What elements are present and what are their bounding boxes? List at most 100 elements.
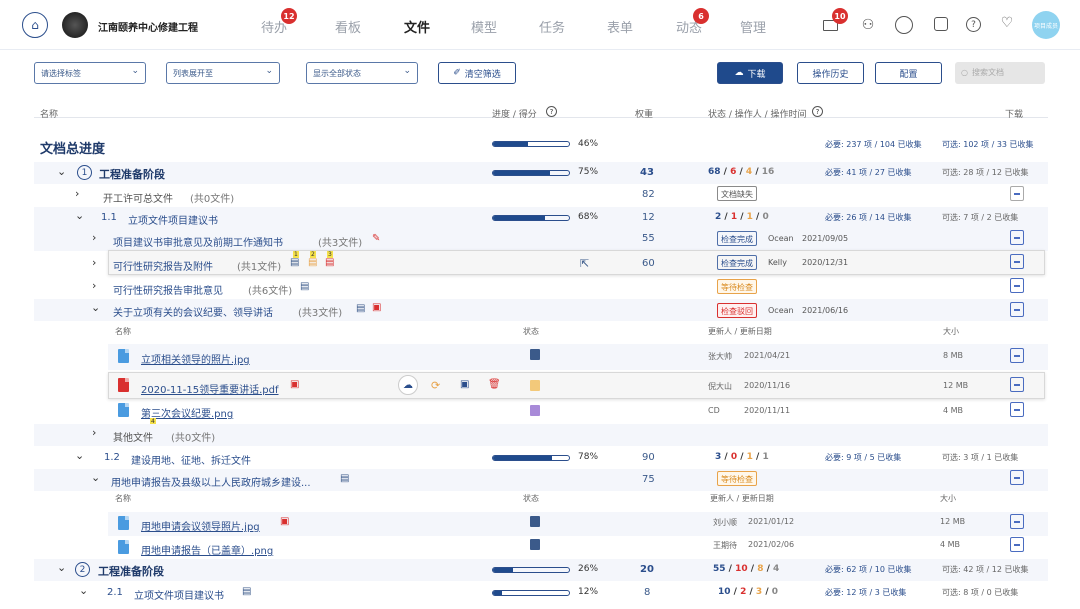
download-icon[interactable] [1010,470,1024,485]
download-icon[interactable] [1010,302,1024,317]
nav-tasks[interactable]: 任务 [539,17,565,36]
bookmark-icon[interactable]: ▣ [460,379,469,390]
chevron-down-icon[interactable]: ⌄ [91,301,100,314]
row-hy-user: Ocean [768,306,794,315]
download-icon[interactable] [1010,402,1024,417]
nav-forms[interactable]: 表单 [607,17,633,36]
nav-files[interactable]: 文件 [404,17,430,36]
download-button[interactable]: ☁ 下载 [717,62,783,84]
help-icon[interactable]: ? [966,17,981,32]
doc-icon[interactable]: ▤ [300,281,309,292]
edit-icon[interactable]: ✎ [372,233,380,244]
stage-1-name: 工程准备阶段 [99,168,165,181]
row-2-1-optional: 可选: 8 项 / 0 已收集 [942,588,1019,597]
stage-1-required: 必要: 41 项 / 27 已收集 [825,168,912,177]
row-1-2-counts: 3 / 0 / 1 / 1 [715,452,769,462]
col-download: 下载 [1005,110,1024,120]
status-tag: 等待检查 [717,279,757,294]
home-icon[interactable]: ⌂ [22,12,48,38]
stage-2-counts: 55 / 10 / 8 / 4 [713,564,780,574]
row-kx-name: 可行性研究报告及附件 [113,262,213,273]
delete-icon[interactable]: 🗑 [488,379,501,390]
doc-icon[interactable]: ▤ [290,257,299,268]
chevron-right-icon[interactable]: › [92,231,96,244]
summary-optional: 可选: 102 项 / 33 已收集 [942,140,1034,149]
row-kx-weight: 60 [642,258,655,269]
chevron-right-icon[interactable]: › [92,279,96,292]
status-tag: 文档缺失 [717,186,757,201]
nav-board[interactable]: 看板 [335,17,361,36]
download-icon[interactable] [1010,537,1024,552]
count-blue: 3 [715,452,722,462]
doc-icon[interactable]: ▤ [356,303,365,314]
download-icon[interactable] [1010,278,1024,293]
nav-model[interactable]: 模型 [471,17,497,36]
row-yd-weight: 75 [642,474,655,485]
row-jy-date: 2021/09/05 [802,234,849,243]
help-icon[interactable]: ? [812,106,823,117]
download-icon[interactable] [1010,230,1024,245]
heart-icon[interactable]: ♡ [999,15,1015,31]
chevron-right-icon[interactable]: › [75,187,79,200]
user-avatar[interactable]: 项目成员 [1032,11,1060,39]
chevron-right-icon[interactable]: › [92,426,96,439]
help-icon[interactable]: ? [546,106,557,117]
row-kg-name[interactable]: 开工许可总文件 [103,190,173,205]
history-button[interactable]: 操作历史 [797,62,864,84]
status-doc-icon [530,539,540,550]
stage-1-weight: 43 [640,167,654,178]
row-1-2-name: 建设用地、征地、拆迁文件 [131,456,251,467]
file-name[interactable]: 用地申请会议领导照片.jpg [141,518,260,533]
tag-filter-select[interactable]: 请选择标签 ⌄ [34,62,146,84]
project-title: 江南颐养中心修建工程 [98,23,198,34]
status-tag: 检查完成 [717,231,757,246]
download-icon[interactable] [1010,514,1024,529]
chevron-down-icon[interactable]: ⌄ [79,584,88,597]
doc-icon[interactable]: ▤ [325,257,334,268]
sub-col-status: 状态 [523,327,539,336]
status-select[interactable]: 显示全部状态 ⌄ [306,62,418,84]
download-label: 下载 [747,69,766,80]
nav-manage[interactable]: 管理 [740,17,766,36]
chevron-down-icon[interactable]: ⌄ [75,209,84,222]
doc-icon[interactable]: ▤ [308,257,317,268]
download-icon[interactable] [1010,377,1024,392]
refresh-icon[interactable]: ⟳ [431,379,440,392]
chevron-down-icon[interactable]: ⌄ [57,561,66,574]
pdf-icon[interactable]: ▣ [280,516,289,527]
config-button[interactable]: 配置 [875,62,942,84]
chevron-right-icon[interactable]: › [92,256,96,269]
file-name[interactable]: 2020-11-15领导重要讲话.pdf [141,381,279,396]
column-header-row [34,96,1048,118]
list-expand-select[interactable]: 列表展开至 ⌄ [166,62,280,84]
pdf-icon[interactable]: ▣ [372,302,381,313]
summary-pct: 46% [578,139,599,149]
chevron-down-icon[interactable]: ⌄ [57,165,66,178]
download-icon[interactable] [1010,186,1024,201]
top-nav: ⌂ 江南颐养中心修建工程 待办 12 看板 文件 模型 任务 表单 动态 6 管… [0,0,1080,50]
fullscreen-icon[interactable] [934,17,948,31]
pdf-icon[interactable]: ▣ [290,379,299,390]
clear-filter-button[interactable]: ✐ 清空筛选 [438,62,516,84]
download-icon[interactable] [1010,348,1024,363]
status-tag: 检查完成 [717,255,757,270]
chevron-down-icon[interactable]: ⌄ [75,449,84,462]
settings-icon[interactable] [895,16,913,34]
cloud-download-icon[interactable]: ☁ [398,375,418,395]
chevron-down-icon[interactable]: ⌄ [91,471,100,484]
doc-icon[interactable]: ▤ [242,586,251,597]
row-jy-name: 项目建议书审批意见及前期工作通知书 [113,238,283,249]
status-doc-icon [530,516,540,527]
add-user-icon[interactable]: ⚇ [859,16,877,34]
col-name: 名称 [40,110,59,120]
file-name[interactable]: 立项相关领导的照片.jpg [141,351,250,366]
download-icon[interactable] [1010,254,1024,269]
file-date: 2020/11/11 [744,406,791,415]
file-user: CD [708,406,720,415]
file-name[interactable]: 用地申请报告（已盖章）.png [141,542,273,557]
row-1-1-weight: 12 [642,212,655,223]
search-input[interactable]: ○ 搜索文档 [955,62,1045,84]
status-rejected-icon [530,405,540,416]
doc-icon[interactable]: ▤ [340,473,349,484]
chevron-down-icon: ⌄ [131,66,139,76]
